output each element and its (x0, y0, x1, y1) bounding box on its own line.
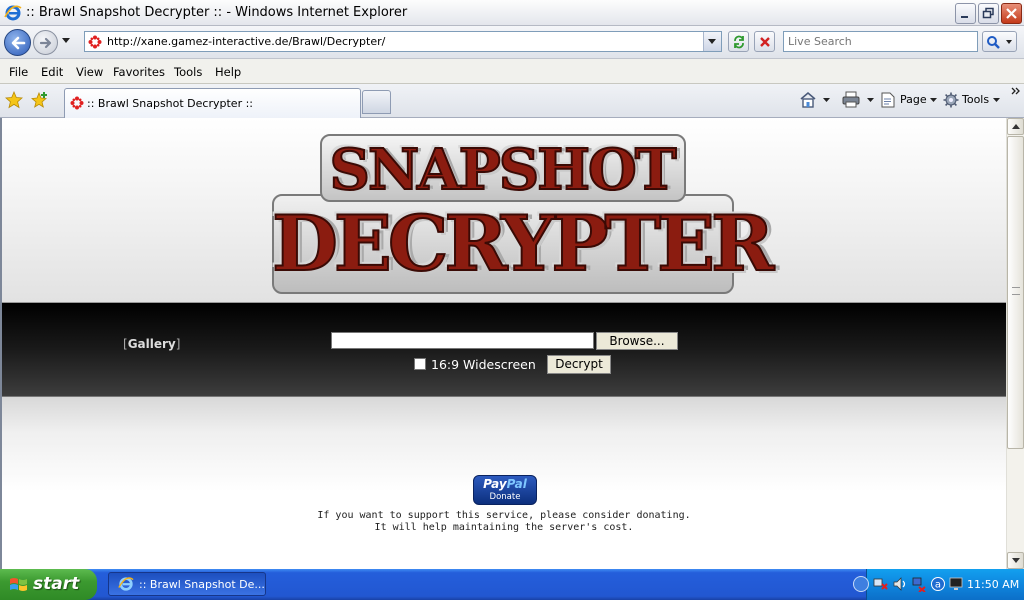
network-icon[interactable] (873, 576, 889, 592)
site-header: SNAPSHOT DECRYPTER (2, 118, 1006, 303)
minimize-button[interactable] (955, 3, 976, 24)
forward-button[interactable] (33, 30, 58, 55)
home-dropdown-icon[interactable] (823, 98, 830, 102)
donate-line-2: It will help maintaining the server's co… (374, 522, 634, 533)
chevron-right-icon[interactable] (1011, 87, 1021, 95)
tools-menu-label[interactable]: Tools (962, 93, 989, 106)
logo-line-snapshot: SNAPSHOT (329, 137, 678, 203)
menu-favorites[interactable]: Favorites (113, 65, 165, 79)
donate-label: Donate (489, 492, 521, 502)
monitor-icon[interactable] (949, 576, 963, 592)
menu-file[interactable]: File (9, 65, 28, 79)
scroll-thumb[interactable] (1007, 136, 1024, 449)
scroll-up-button[interactable] (1007, 118, 1024, 135)
menu-help[interactable]: Help (215, 65, 241, 79)
back-arrow-icon (11, 36, 25, 49)
search-input[interactable] (783, 31, 978, 52)
browse-button[interactable]: Browse... (596, 332, 678, 350)
site-logo: SNAPSHOT DECRYPTER (271, 134, 775, 296)
gear-icon[interactable] (943, 92, 959, 108)
chevron-down-icon (1012, 558, 1020, 563)
decrypt-button[interactable]: Decrypt (547, 355, 611, 374)
start-button[interactable]: start (0, 569, 97, 600)
paypal-logo: PayPal (474, 477, 536, 492)
logo-line-decrypter: DECRYPTER (271, 199, 775, 288)
taskbar-item-ie[interactable]: :: Brawl Snapshot De... (108, 572, 266, 596)
ie-logo-icon (118, 577, 134, 591)
url-text: http://xane.gamez-interactive.de/Brawl/D… (107, 35, 386, 48)
address-toolbar: http://xane.gamez-interactive.de/Brawl/D… (0, 26, 1024, 59)
tray-expand-button[interactable] (853, 576, 869, 592)
tab-label: :: Brawl Snapshot Decrypter :: (87, 97, 253, 110)
ie-logo-icon (4, 5, 22, 21)
window-title: :: Brawl Snapshot Decrypter :: - Windows… (26, 5, 408, 20)
home-icon[interactable] (799, 91, 817, 108)
scroll-grip (1012, 287, 1020, 295)
back-button[interactable] (4, 29, 31, 56)
forward-arrow-icon (39, 37, 51, 48)
favicon-icon (70, 96, 84, 110)
address-dropdown-button[interactable] (703, 32, 721, 51)
page-viewport: SNAPSHOT DECRYPTER [Gallery] Browse... 1… (0, 118, 1024, 569)
upload-band: [Gallery] Browse... 16:9 Widescreen Decr… (2, 303, 1006, 397)
menu-view[interactable]: View (76, 65, 103, 79)
paypal-donate-button[interactable]: PayPal Donate (473, 475, 537, 505)
widescreen-label: 16:9 Widescreen (431, 357, 536, 372)
refresh-icon (734, 35, 744, 49)
print-icon[interactable] (842, 91, 860, 108)
start-label: start (33, 574, 80, 594)
donate-section: PayPal Donate If you want to support thi… (2, 397, 1006, 569)
maximize-icon (982, 7, 994, 19)
menu-tools[interactable]: Tools (174, 65, 202, 79)
chevron-up-icon (1012, 124, 1020, 129)
donate-message: If you want to support this service, ple… (2, 510, 1006, 534)
print-dropdown-icon[interactable] (867, 98, 874, 102)
search-icon (987, 36, 1012, 49)
tab-bar: :: Brawl Snapshot Decrypter :: Page Tool… (0, 84, 1024, 118)
favorites-star-icon[interactable] (5, 91, 23, 109)
volume-icon[interactable] (892, 576, 908, 592)
stop-button[interactable] (754, 31, 775, 52)
system-tray: a 11:50 AM (853, 569, 1024, 600)
history-dropdown-icon[interactable] (62, 38, 70, 43)
windows-flag-icon (10, 578, 27, 591)
title-bar: :: Brawl Snapshot Decrypter :: - Windows… (0, 0, 1024, 26)
tools-dropdown-icon[interactable] (993, 98, 1000, 102)
menu-edit[interactable]: Edit (41, 65, 63, 79)
close-button[interactable] (1001, 3, 1022, 24)
search-button[interactable] (982, 31, 1017, 52)
refresh-button[interactable] (728, 31, 749, 52)
minimize-icon (961, 16, 968, 18)
address-field[interactable]: http://xane.gamez-interactive.de/Brawl/D… (84, 31, 722, 52)
gallery-link-wrapper: [Gallery] (123, 337, 180, 351)
page-menu-label[interactable]: Page (900, 93, 927, 106)
security-icon[interactable]: a (930, 576, 946, 592)
favicon-icon (88, 35, 102, 49)
widescreen-checkbox[interactable] (414, 358, 426, 370)
bracket-close: ] (175, 337, 181, 351)
new-tab-button[interactable] (362, 90, 391, 114)
page-dropdown-icon[interactable] (930, 98, 937, 102)
tab-brawl-snapshot-decrypter[interactable]: :: Brawl Snapshot Decrypter :: (64, 88, 361, 118)
paypal-pay: Pay (483, 477, 507, 491)
maximize-button[interactable] (978, 3, 999, 24)
page-icon[interactable] (880, 92, 896, 108)
paypal-pal: Pal (506, 477, 527, 491)
taskbar: start :: Brawl Snapshot De... a 11:50 AM (0, 569, 1024, 600)
network-disconnected-icon[interactable] (911, 576, 927, 592)
gallery-link[interactable]: Gallery (128, 337, 176, 351)
taskbar-item-label: :: Brawl Snapshot De... (139, 578, 265, 591)
chevron-down-icon (708, 39, 716, 44)
menu-bar: File Edit View Favorites Tools Help (0, 59, 1024, 84)
file-path-input[interactable] (331, 332, 594, 349)
svg-text:a: a (935, 580, 941, 591)
stop-icon (760, 37, 770, 47)
close-icon (1006, 8, 1017, 19)
clock: 11:50 AM (967, 578, 1020, 591)
donate-line-1: If you want to support this service, ple… (317, 510, 691, 521)
scroll-down-button[interactable] (1007, 552, 1024, 569)
vertical-scrollbar[interactable] (1006, 118, 1024, 569)
add-favorite-icon[interactable] (31, 91, 49, 109)
